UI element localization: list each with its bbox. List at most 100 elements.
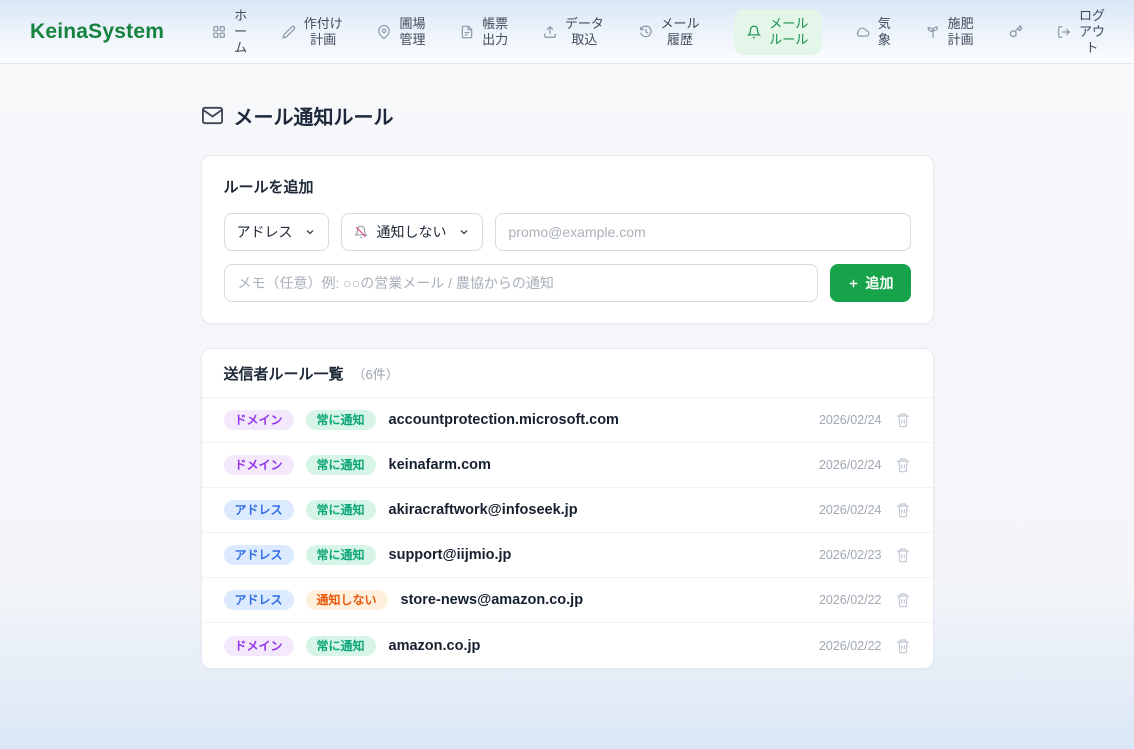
rule-type-badge: アドレス <box>224 500 294 520</box>
rule-row: ドメイン 常に通知 keinafarm.com 2026/02/24 <box>202 443 933 488</box>
rule-type-select-value: アドレス <box>237 222 293 242</box>
nav-item-label: データ取込 <box>564 16 605 48</box>
document-icon <box>460 25 474 39</box>
rule-action-badge: 常に通知 <box>306 545 376 565</box>
rule-action-select[interactable]: 通知しない <box>341 213 483 251</box>
rule-type-badge: ドメイン <box>224 636 294 656</box>
rule-value: keinafarm.com <box>389 457 491 473</box>
rule-value: amazon.co.jp <box>389 638 481 654</box>
delete-rule-button[interactable] <box>895 592 911 608</box>
home-icon <box>212 25 226 39</box>
page-title: メール通知ルール <box>234 101 394 130</box>
rule-row: アドレス 常に通知 support@iijmio.jp 2026/02/23 <box>202 533 933 578</box>
nav-item-label: ホーム <box>233 8 248 56</box>
nav-item-fertilizer-plan[interactable]: 施肥計画 <box>926 16 975 48</box>
chevron-down-icon <box>304 226 316 238</box>
rule-row: ドメイン 常に通知 accountprotection.microsoft.co… <box>202 398 933 443</box>
trash-icon <box>895 547 911 563</box>
rule-target-input[interactable] <box>495 213 911 251</box>
trash-icon <box>895 502 911 518</box>
nav-item-field-management[interactable]: 圃場管理 <box>377 16 426 48</box>
rule-value: akiracraftwork@infoseek.jp <box>389 502 578 518</box>
nav-item-mail-history[interactable]: メール履歴 <box>639 16 701 48</box>
trash-icon <box>895 457 911 473</box>
nav-item-label: 作付け計画 <box>303 16 344 48</box>
history-icon <box>639 25 653 39</box>
rule-value: accountprotection.microsoft.com <box>389 412 619 428</box>
rule-row: アドレス 常に通知 akiracraftwork@infoseek.jp 202… <box>202 488 933 533</box>
upload-icon <box>543 25 557 39</box>
add-rule-row-1: アドレス 通知しない <box>224 213 911 251</box>
rule-memo-input[interactable] <box>224 264 818 302</box>
bell-icon <box>747 25 761 39</box>
logout-icon <box>1057 25 1071 39</box>
add-rule-row-2: 追加 <box>224 264 911 302</box>
app-logo: KeinaSystem <box>30 20 164 44</box>
rule-row: アドレス 通知しない store-news@amazon.co.jp 2026/… <box>202 578 933 623</box>
rule-action-badge: 通知しない <box>306 590 388 610</box>
rule-list-heading: 送信者ルール一覧 <box>224 363 344 384</box>
rule-date: 2026/02/24 <box>819 503 882 517</box>
rule-date: 2026/02/24 <box>819 458 882 472</box>
rule-type-badge: ドメイン <box>224 455 294 475</box>
nav-item-label: メール履歴 <box>660 16 701 48</box>
pencil-icon <box>282 25 296 39</box>
rule-list-header: 送信者ルール一覧 （6件） <box>202 349 933 398</box>
key-icon <box>1008 24 1023 39</box>
trash-icon <box>895 592 911 608</box>
rule-type-badge: ドメイン <box>224 410 294 430</box>
bell-slash-icon <box>354 225 368 239</box>
delete-rule-button[interactable] <box>895 502 911 518</box>
rule-type-badge: アドレス <box>224 590 294 610</box>
rule-row: ドメイン 常に通知 amazon.co.jp 2026/02/22 <box>202 623 933 668</box>
nav-item-label: 気象 <box>877 16 892 48</box>
nav-item-weather[interactable]: 気象 <box>856 16 892 48</box>
cloud-icon <box>856 25 870 39</box>
delete-rule-button[interactable] <box>895 457 911 473</box>
rule-action-badge: 常に通知 <box>306 636 376 656</box>
nav-item-planting-plan[interactable]: 作付け計画 <box>282 16 344 48</box>
nav-item-label: ログアウト <box>1078 8 1106 56</box>
nav-item-label: メールルール <box>768 16 809 48</box>
rule-action-select-value: 通知しない <box>377 222 447 242</box>
rule-count: （6件） <box>353 364 399 383</box>
nav-item-password-key[interactable] <box>1008 24 1023 39</box>
chevron-down-icon <box>458 226 470 238</box>
nav-item-report-output[interactable]: 帳票出力 <box>460 16 509 48</box>
delete-rule-button[interactable] <box>895 412 911 428</box>
main-content: メール通知ルール ルールを追加 アドレス 通知しない <box>201 64 934 669</box>
trash-icon <box>895 412 911 428</box>
nav-item-label: 施肥計画 <box>947 16 975 48</box>
mail-icon <box>201 104 224 127</box>
add-rule-card: ルールを追加 アドレス 通知しない <box>201 155 934 324</box>
page-title-row: メール通知ルール <box>201 101 934 130</box>
delete-rule-button[interactable] <box>895 547 911 563</box>
add-rule-button-label: 追加 <box>866 273 894 293</box>
rule-type-select[interactable]: アドレス <box>224 213 329 251</box>
add-rule-button[interactable]: 追加 <box>830 264 911 302</box>
sprout-icon <box>926 25 940 39</box>
map-pin-icon <box>377 25 391 39</box>
main-nav: ホーム 作付け計画 圃場管理 帳票出力 データ取込 <box>212 8 1106 56</box>
nav-item-data-import[interactable]: データ取込 <box>543 16 605 48</box>
nav-item-label: 帳票出力 <box>481 16 509 48</box>
sender-rule-list-card: 送信者ルール一覧 （6件） ドメイン 常に通知 accountprotectio… <box>201 348 934 669</box>
rule-action-badge: 常に通知 <box>306 410 376 430</box>
trash-icon <box>895 638 911 654</box>
rule-date: 2026/02/22 <box>819 639 882 653</box>
nav-item-logout[interactable]: ログアウト <box>1057 8 1106 56</box>
nav-item-label: 圃場管理 <box>398 16 426 48</box>
rule-date: 2026/02/24 <box>819 413 882 427</box>
add-rule-heading: ルールを追加 <box>224 176 911 197</box>
rule-value: store-news@amazon.co.jp <box>401 592 584 608</box>
rule-action-badge: 常に通知 <box>306 455 376 475</box>
top-navbar: KeinaSystem ホーム 作付け計画 圃場管理 帳票出力 <box>0 0 1134 64</box>
rule-action-badge: 常に通知 <box>306 500 376 520</box>
rule-value: support@iijmio.jp <box>389 547 512 563</box>
nav-item-mail-rules[interactable]: メールルール <box>734 9 822 55</box>
nav-item-home[interactable]: ホーム <box>212 8 248 56</box>
delete-rule-button[interactable] <box>895 638 911 654</box>
rule-date: 2026/02/23 <box>819 548 882 562</box>
rule-date: 2026/02/22 <box>819 593 882 607</box>
plus-icon <box>847 277 860 290</box>
